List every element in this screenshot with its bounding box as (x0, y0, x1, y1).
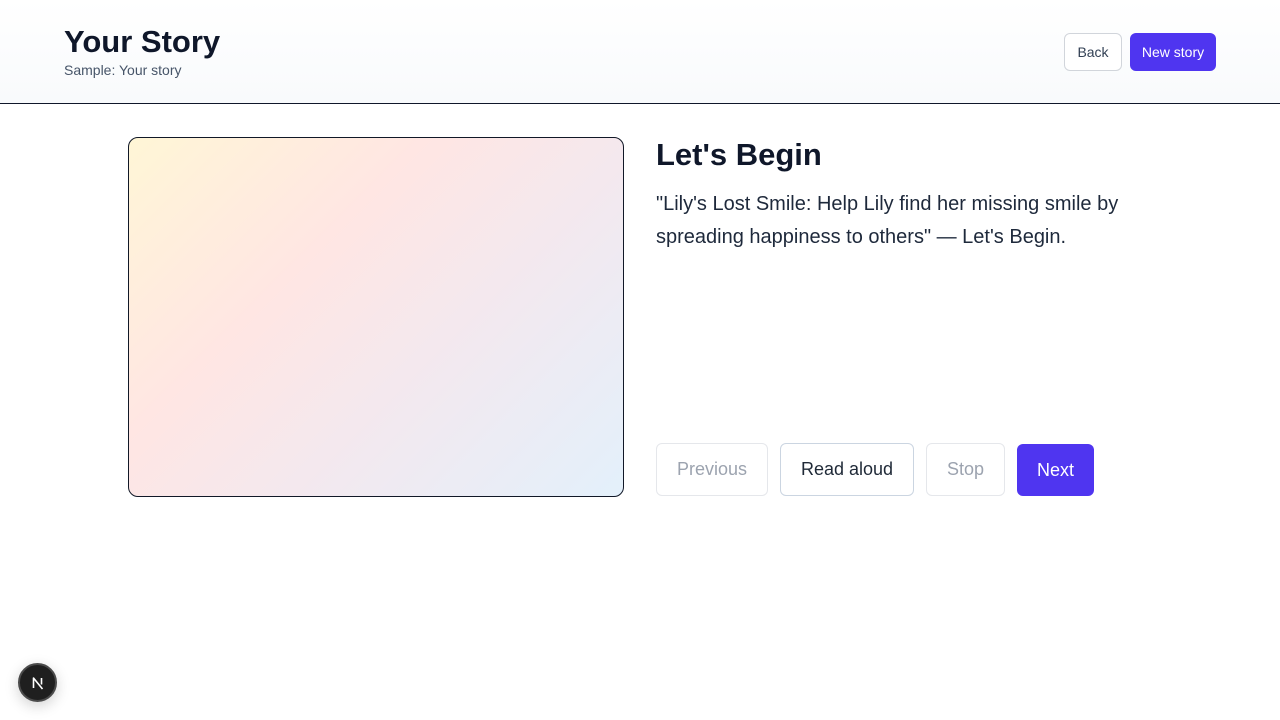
back-button[interactable]: Back (1064, 33, 1122, 71)
nextjs-dev-badge[interactable] (18, 663, 57, 702)
story-page-heading: Let's Begin (656, 137, 822, 172)
story-illustration (128, 137, 624, 497)
story-page-text: "Lily's Lost Smile: Help Lily find her m… (656, 193, 1119, 248)
next-button[interactable]: Next (1017, 444, 1094, 496)
page-subtitle: Sample: Your story (64, 62, 182, 78)
previous-button[interactable]: Previous (656, 443, 768, 496)
app-header: Your Story Sample: Your story Back New s… (0, 0, 1280, 104)
read-aloud-button[interactable]: Read aloud (780, 443, 914, 496)
new-story-button[interactable]: New story (1130, 33, 1216, 71)
nextjs-logo-icon (32, 676, 43, 690)
stop-button[interactable]: Stop (926, 443, 1005, 496)
page-title: Your Story (64, 24, 221, 59)
